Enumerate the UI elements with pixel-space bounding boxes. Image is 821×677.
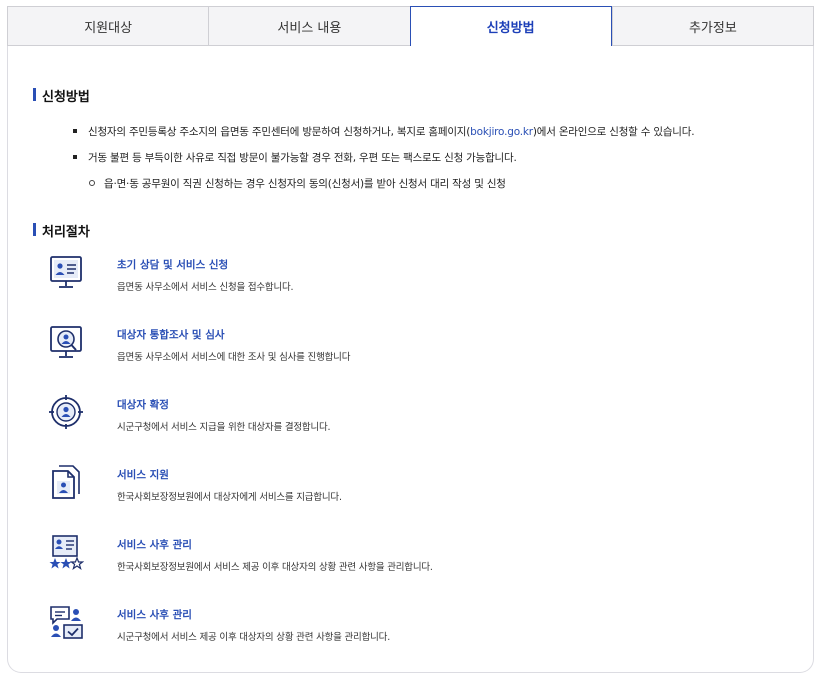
- step-5-title: 서비스 사후 관리: [117, 539, 192, 551]
- step-2-title: 대상자 통합조사 및 심사: [117, 329, 225, 341]
- step-4-desc: 한국사회보장정보원에서 대상자에게 서비스를 지급합니다.: [117, 492, 342, 503]
- tab-additional-info[interactable]: 추가정보: [611, 6, 814, 46]
- bullet-marker: [73, 155, 77, 159]
- sub-bullet-marker: [89, 180, 95, 186]
- apply-heading: 신청방법: [33, 86, 90, 105]
- bokjiro-link[interactable]: bokjiro.go.kr: [470, 126, 533, 138]
- step-5-desc: 한국사회보장정보원에서 서비스 제공 이후 대상자의 상황 관련 사항을 관리합…: [117, 562, 433, 573]
- step-2-desc: 읍면동 사무소에서 서비스에 대한 조사 및 심사를 진행합니다: [117, 352, 351, 363]
- tab-eligibility[interactable]: 지원대상: [7, 6, 209, 46]
- apply-bullet-1-tail: )에서 온라인으로 신청할 수 있습니다.: [532, 126, 695, 138]
- step-6-title: 서비스 사후 관리: [117, 609, 192, 621]
- tab-application-method[interactable]: 신청방법: [409, 6, 612, 47]
- tab-bar: 지원대상 서비스 내용 신청방법 추가정보: [7, 6, 814, 47]
- process-heading: 처리절차: [33, 221, 90, 240]
- apply-bullet-2: 거동 불편 등 부득이한 사유로 직접 방문이 불가능할 경우 전화, 우편 또…: [88, 152, 517, 164]
- step-6-desc: 시군구청에서 서비스 제공 이후 대상자의 상황 관련 사항을 관리합니다.: [117, 632, 391, 643]
- bullet-marker: [73, 129, 77, 133]
- apply-bullet-1: 신청자의 주민등록상 주소지의 읍면동 주민센터에 방문하여 신청하거나, 복지…: [88, 124, 695, 139]
- consultation-monitor-icon: [50, 256, 82, 288]
- investigation-monitor-icon: [50, 326, 82, 358]
- step-4-title: 서비스 지원: [117, 469, 169, 481]
- document-person-icon: [52, 465, 80, 499]
- apply-bullet-1-text: 신청자의 주민등록상 주소지의 읍면동 주민센터에 방문하여 신청하거나, 복지…: [88, 126, 471, 138]
- chat-check-icon: [50, 606, 83, 639]
- step-1-desc: 읍면동 사무소에서 서비스 신청을 접수합니다.: [117, 282, 294, 293]
- profile-stars-icon: [49, 535, 84, 570]
- step-3-desc: 시군구청에서 서비스 지급을 위한 대상자를 결정합니다.: [117, 422, 331, 433]
- tab-service-content[interactable]: 서비스 내용: [208, 6, 410, 46]
- step-1-title: 초기 상담 및 서비스 신청: [117, 259, 229, 271]
- apply-sub-bullet: 읍·면·동 공무원이 직권 신청하는 경우 신청자의 동의(신청서)를 받아 신…: [104, 178, 506, 190]
- target-person-icon: [49, 395, 83, 429]
- step-3-title: 대상자 확정: [117, 399, 169, 411]
